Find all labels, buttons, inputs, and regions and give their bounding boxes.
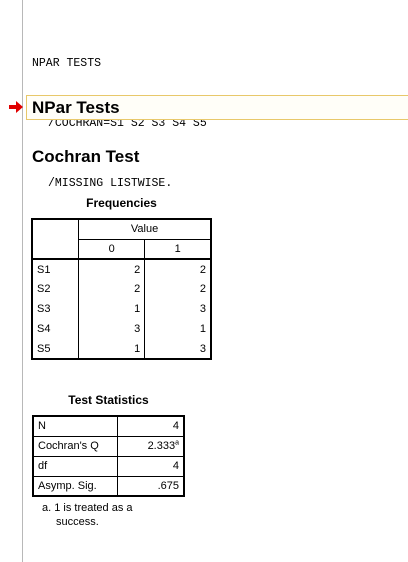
table-row: N 4 bbox=[32, 415, 185, 437]
stat-value: .675 bbox=[117, 476, 185, 497]
test-statistics-table[interactable]: N 4 Cochran's Q 2.333a df 4 Asymp. Sig. … bbox=[32, 415, 185, 497]
table-row: Asymp. Sig. .675 bbox=[32, 476, 185, 497]
cell-value: 3 bbox=[144, 339, 213, 360]
stat-label: df bbox=[32, 456, 118, 477]
column-header: 1 bbox=[144, 239, 213, 260]
stat-label: Asymp. Sig. bbox=[32, 476, 118, 497]
cell-value: 2 bbox=[144, 259, 213, 279]
syntax-line: NPAR TESTS bbox=[32, 57, 102, 70]
table-row: S5 1 3 bbox=[31, 339, 213, 360]
cell-value: 3 bbox=[144, 299, 213, 319]
table-corner bbox=[31, 218, 80, 260]
table-row: S3 1 3 bbox=[31, 299, 213, 319]
test-statistics-caption: Test Statistics bbox=[68, 393, 149, 407]
cell-value: 2 bbox=[78, 259, 146, 279]
stat-value: 2.333a bbox=[117, 436, 185, 457]
cell-value: 2 bbox=[78, 279, 146, 299]
row-label: S1 bbox=[31, 259, 80, 279]
red-arrow-icon bbox=[9, 101, 23, 113]
test-title[interactable]: Cochran Test bbox=[32, 146, 139, 168]
frequencies-caption: Frequencies bbox=[86, 196, 157, 210]
footnote-text: a. 1 is treated as a success. bbox=[42, 502, 133, 528]
row-label: S2 bbox=[31, 279, 80, 299]
table-row: S1 2 2 bbox=[31, 259, 213, 279]
row-label: S4 bbox=[31, 319, 80, 339]
outline-divider bbox=[22, 0, 23, 562]
stat-label: Cochran's Q bbox=[32, 436, 118, 457]
row-label: S5 bbox=[31, 339, 80, 360]
cell-value: 1 bbox=[144, 319, 213, 339]
row-label: S3 bbox=[31, 299, 80, 319]
cell-value: 1 bbox=[78, 339, 146, 360]
table-row: df 4 bbox=[32, 456, 185, 477]
stat-value: 4 bbox=[117, 415, 185, 437]
table-row: S2 2 2 bbox=[31, 279, 213, 299]
table-footnote: a. 1 is treated as a success. bbox=[42, 501, 172, 529]
cell-value: 3 bbox=[78, 319, 146, 339]
column-header: 0 bbox=[78, 239, 146, 260]
stat-value: 4 bbox=[117, 456, 185, 477]
syntax-line: /MISSING LISTWISE. bbox=[48, 177, 173, 190]
value-header: Value bbox=[78, 218, 213, 240]
table-row: S4 3 1 bbox=[31, 319, 213, 339]
cell-value: 1 bbox=[78, 299, 146, 319]
frequencies-table[interactable]: Value 0 1 S1 2 2 S2 2 2 S3 1 3 S4 3 1 S5… bbox=[31, 218, 213, 360]
footnote-marker: a bbox=[175, 439, 179, 447]
cell-value: 2 bbox=[144, 279, 213, 299]
stat-label: N bbox=[32, 415, 118, 437]
section-title[interactable]: NPar Tests bbox=[32, 96, 120, 120]
table-row: Cochran's Q 2.333a bbox=[32, 436, 185, 457]
